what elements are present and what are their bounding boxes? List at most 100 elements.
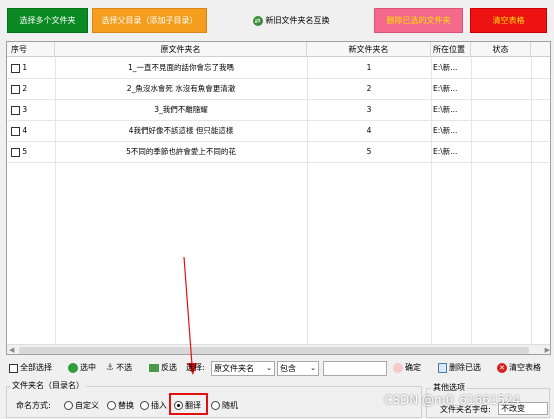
select-multiple-folders-button[interactable]: 选择多个文件夹 xyxy=(7,8,88,33)
radio-replace-label: 替换 xyxy=(118,401,134,410)
row-number: 1 xyxy=(22,63,28,72)
status-cell xyxy=(471,142,531,162)
other-options-title: 其他选项 xyxy=(431,382,467,393)
radio-replace[interactable]: 替换 xyxy=(107,400,134,411)
row-checkbox[interactable] xyxy=(11,105,20,115)
naming-group-title: 文件夹名（目录名） xyxy=(10,380,86,391)
swap-names-button[interactable]: ⇄ 新旧文件夹名互换 xyxy=(243,10,339,31)
naming-method-label: 命名方式: xyxy=(16,401,51,410)
confirm-button[interactable]: 确定 xyxy=(393,359,421,377)
new-name-cell: 4 xyxy=(366,126,372,135)
table-row[interactable]: 3 3_我們不離隨耀 3 E:\新... xyxy=(7,100,550,120)
status-cell xyxy=(471,100,531,120)
row-checkbox[interactable] xyxy=(11,147,20,157)
radio-random-circle[interactable] xyxy=(211,401,220,410)
header-original-name[interactable]: 原文件夹名 xyxy=(55,42,307,57)
scroll-right-arrow-icon[interactable]: ▶ xyxy=(545,345,550,354)
radio-custom-label: 自定义 xyxy=(75,401,99,410)
row-number: 2 xyxy=(22,84,28,93)
match-mode-value: 包含 xyxy=(280,364,296,373)
delete-selected-folders-label: 删除已选的文件夹 xyxy=(386,16,451,25)
deselect-button[interactable]: ⚓ 不选 xyxy=(106,359,132,377)
confirm-icon xyxy=(393,363,403,373)
table-header: 序号 原文件夹名 新文件夹名 所在位置 状态 xyxy=(7,42,550,57)
select-all-box[interactable] xyxy=(9,363,18,373)
anchor-icon: ⚓ xyxy=(106,363,115,373)
location-cell: E:\新... xyxy=(433,84,458,93)
close-circle-icon: ✕ xyxy=(497,363,507,373)
location-cell: E:\新... xyxy=(433,63,458,72)
table-row[interactable]: 1 1_一直不見面的話你會忘了我嗎 1 E:\新... xyxy=(7,58,550,78)
clear-table-top-label: 清空表格 xyxy=(492,16,525,25)
select-all-checkbox[interactable]: 全部选择 xyxy=(9,359,52,377)
invert-label: 反选 xyxy=(161,363,177,372)
radio-random-label: 随机 xyxy=(222,401,238,410)
field-select[interactable]: 原文件夹名 ⌄ xyxy=(211,361,275,376)
header-no[interactable]: 序号 xyxy=(7,42,55,57)
status-cell xyxy=(471,58,531,78)
delete-selected-folders-button[interactable]: 删除已选的文件夹 xyxy=(374,8,463,33)
header-status[interactable]: 状态 xyxy=(471,42,531,57)
new-name-cell: 2 xyxy=(366,84,372,93)
invert-button[interactable]: 反选 xyxy=(149,359,177,377)
select-multiple-folders-label: 选择多个文件夹 xyxy=(19,16,76,25)
swap-names-label: 新旧文件夹名互换 xyxy=(265,16,330,25)
filter-label: 选择: xyxy=(186,363,205,372)
row-checkbox[interactable] xyxy=(11,126,20,136)
horizontal-scrollbar[interactable]: ◀ ▶ xyxy=(7,344,550,354)
select-parent-dir-button[interactable]: 选择父目录（添加子目录） xyxy=(92,8,207,33)
table-row[interactable]: 5 5不同的季節也許會愛上不同的花 5 E:\新... xyxy=(7,142,550,162)
select-parent-dir-label: 选择父目录（添加子目录） xyxy=(101,16,198,25)
radio-translate-label: 翻译 xyxy=(185,401,201,410)
radio-insert-label: 插入 xyxy=(151,401,167,410)
status-cell xyxy=(471,79,531,99)
radio-custom-circle[interactable] xyxy=(64,401,73,410)
match-mode-select[interactable]: 包含 ⌄ xyxy=(277,361,319,376)
clear-table-label: 清空表格 xyxy=(509,363,541,372)
original-name-cell: 2_魚沒水會死 水沒有魚會更清澈 xyxy=(126,84,236,93)
chevron-down-icon: ⌄ xyxy=(266,364,272,372)
select-all-label: 全部选择 xyxy=(20,363,52,372)
radio-custom[interactable]: 自定义 xyxy=(64,400,99,411)
original-name-cell: 3_我們不離隨耀 xyxy=(154,105,208,114)
original-name-cell: 1_一直不見面的話你會忘了我嗎 xyxy=(127,63,235,72)
delete-icon xyxy=(438,363,447,373)
filter-input[interactable] xyxy=(323,361,387,376)
delete-selected-button[interactable]: 删除已选 xyxy=(438,359,481,377)
folder-table[interactable]: 序号 原文件夹名 新文件夹名 所在位置 状态 1 1_一直不見面的話你會忘了我嗎… xyxy=(6,41,551,355)
status-cell xyxy=(471,121,531,141)
row-number: 3 xyxy=(22,105,28,114)
table-row[interactable]: 2 2_魚沒水會死 水沒有魚會更清澈 2 E:\新... xyxy=(7,79,550,99)
location-cell: E:\新... xyxy=(433,147,458,156)
row-number: 4 xyxy=(22,126,28,135)
row-number: 5 xyxy=(22,147,28,156)
location-cell: E:\新... xyxy=(433,105,458,114)
header-new-name[interactable]: 新文件夹名 xyxy=(307,42,431,57)
invert-icon xyxy=(149,364,159,372)
row-checkbox[interactable] xyxy=(11,63,20,73)
clear-table-top-button[interactable]: 清空表格 xyxy=(470,8,547,33)
radio-insert-circle[interactable] xyxy=(140,401,149,410)
header-location[interactable]: 所在位置 xyxy=(431,42,471,57)
chevron-down-icon: ⌄ xyxy=(310,364,316,372)
new-name-cell: 5 xyxy=(366,147,372,156)
row-checkbox[interactable] xyxy=(11,84,20,94)
watermark: CSDN @m0_61661524 xyxy=(384,393,521,407)
table-row[interactable]: 4 4我們好像不該這樣 但只能這樣 4 E:\新... xyxy=(7,121,550,141)
radio-insert[interactable]: 插入 xyxy=(140,400,167,411)
scroll-left-arrow-icon[interactable]: ◀ xyxy=(9,345,14,354)
check-circle-icon xyxy=(68,363,78,373)
delete-selected-label: 删除已选 xyxy=(449,363,481,372)
radio-translate-circle[interactable] xyxy=(174,401,183,410)
select-button[interactable]: 选中 xyxy=(68,359,96,377)
new-name-cell: 1 xyxy=(366,63,372,72)
field-select-value: 原文件夹名 xyxy=(214,364,254,373)
select-label: 选中 xyxy=(80,363,96,372)
clear-table-button[interactable]: ✕ 清空表格 xyxy=(497,359,541,377)
radio-translate[interactable]: 翻译 xyxy=(174,400,201,411)
radio-replace-circle[interactable] xyxy=(107,401,116,410)
radio-random[interactable]: 随机 xyxy=(211,400,238,411)
original-name-cell: 4我們好像不該這樣 但只能這樣 xyxy=(128,126,234,135)
deselect-label: 不选 xyxy=(116,363,133,372)
scroll-thumb[interactable] xyxy=(19,347,529,354)
